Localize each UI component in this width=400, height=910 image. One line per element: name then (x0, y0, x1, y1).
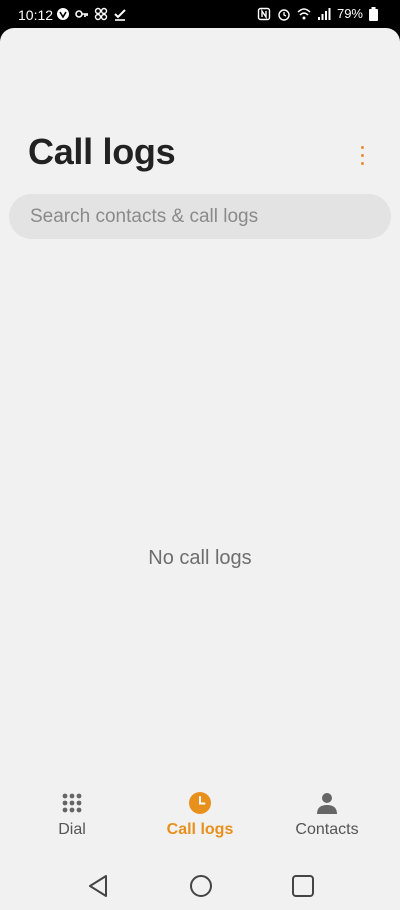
status-bar: 10:12 79% (0, 0, 400, 30)
nav-item-contacts[interactable]: Contacts (267, 786, 387, 848)
battery-percent: 79% (336, 6, 363, 21)
wifi-icon (297, 7, 311, 19)
nav-label-contacts: Contacts (295, 821, 359, 838)
recent-apps-icon[interactable] (288, 871, 318, 901)
nav-label-call-logs: Call logs (166, 821, 234, 838)
nav-item-dial[interactable]: Dial (12, 786, 132, 848)
clock-icon (189, 792, 211, 814)
dialpad-icon (62, 793, 82, 813)
notification-icons (56, 7, 127, 21)
back-icon[interactable] (84, 871, 114, 901)
status-time: 10:12 (18, 7, 54, 23)
system-navigation-bar (0, 863, 400, 910)
page-title: Call logs (28, 131, 176, 172)
system-status-icons: 79% (257, 6, 378, 21)
search-input[interactable] (28, 204, 372, 229)
home-icon[interactable] (186, 871, 216, 901)
link-icon (94, 7, 108, 21)
person-icon (317, 793, 337, 814)
call-logs-screen: Call logs No call logs Dial Call logs (0, 28, 400, 910)
signal-icon (317, 7, 331, 20)
check-icon (114, 9, 126, 21)
nav-item-call-logs[interactable]: Call logs (140, 786, 260, 848)
nfc-icon (257, 7, 271, 20)
vpn-icon (57, 8, 69, 20)
alarm-icon (278, 8, 290, 21)
battery-icon (369, 6, 378, 21)
nav-label-dial: Dial (58, 821, 86, 838)
bottom-navigation: Dial Call logs Contacts (0, 786, 400, 848)
empty-state-message: No call logs (148, 547, 252, 569)
search-bar[interactable] (9, 194, 391, 239)
key-icon (75, 10, 88, 18)
more-options-icon[interactable] (350, 140, 374, 170)
